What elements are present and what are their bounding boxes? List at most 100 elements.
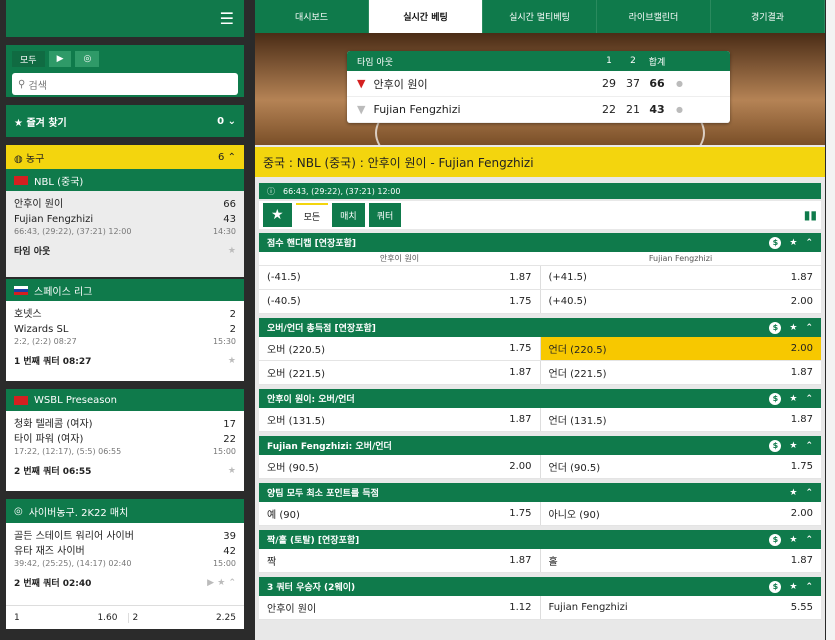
- league-header[interactable]: NBL (중국): [6, 169, 244, 191]
- star-icon[interactable]: ★: [789, 394, 797, 404]
- cashout-icon: $: [769, 321, 782, 334]
- chevron-up-icon[interactable]: ⌃: [805, 488, 813, 498]
- odds-row: 1 1.60 2 2.25: [6, 605, 244, 629]
- cashout-icon: $: [769, 580, 782, 593]
- favorites-bar[interactable]: ★ 즐겨 찾기 0 ⌄: [6, 105, 244, 137]
- filter-quarter-button[interactable]: 쿼터: [368, 203, 402, 227]
- star-icon[interactable]: ★: [228, 246, 236, 256]
- match-card[interactable]: 청화 텔레콤 (여자) 17 타이 파워 (여자) 22 17:22, (12:17…: [6, 411, 244, 491]
- odds-cell[interactable]: 예 (90) 1.75: [259, 502, 540, 525]
- filter-all-button[interactable]: 모든: [295, 203, 329, 227]
- scoreboard: 타임 아웃 1 2 합계 ▼ 안후이 원이 29 37 66 ● ▼ Fujian Fengzhi…: [347, 51, 730, 123]
- odds-cell[interactable]: 언더 (221.5) 1.87: [539, 361, 822, 384]
- odds-cell[interactable]: 오버 (90.5) 2.00: [259, 455, 540, 478]
- tab-results[interactable]: 경기결과: [711, 0, 825, 33]
- cashout-icon: $: [769, 439, 782, 452]
- odds-cell[interactable]: 아니오 (90) 2.00: [539, 502, 822, 525]
- odds-cell[interactable]: (-40.5) 1.75: [259, 290, 540, 313]
- sport-header[interactable]: ◍ 농구 6 ⌃: [6, 145, 244, 169]
- chevron-up-icon[interactable]: ⌃: [228, 578, 236, 588]
- odds-cell[interactable]: 오버 (220.5) 1.75: [259, 337, 540, 360]
- chevron-up-icon[interactable]: ⌃: [805, 394, 813, 404]
- dot-icon: ●: [676, 105, 683, 114]
- chevron-up-icon[interactable]: ⌃: [805, 441, 813, 451]
- star-icon[interactable]: ★: [789, 488, 797, 498]
- basketball-icon: ◍: [14, 153, 23, 165]
- match-card[interactable]: 안후이 원이 66 Fujian Fengzhizi 43 66:43, (29:2…: [6, 191, 244, 277]
- star-icon[interactable]: ★: [789, 441, 797, 451]
- home-jersey-icon: ▼: [357, 77, 366, 90]
- cashout-icon: $: [769, 533, 782, 546]
- league-header[interactable]: ◎ 사이버농구. 2K22 매치: [6, 499, 244, 523]
- star-icon[interactable]: ★: [228, 356, 236, 366]
- scoreboard-status: 타임 아웃: [357, 57, 393, 68]
- video-filter-icon[interactable]: ▶: [48, 51, 72, 67]
- odds-cell[interactable]: Fujian Fengzhizi 5.55: [539, 596, 822, 619]
- odds-cell[interactable]: 2 2.25: [127, 612, 236, 623]
- tab-live-calendar[interactable]: 라이브캘린더: [597, 0, 711, 33]
- odds-cell-selected[interactable]: 언더 (220.5) 2.00: [539, 337, 821, 360]
- cashout-icon: $: [769, 236, 782, 249]
- china-flag-icon: [14, 175, 28, 185]
- chevron-down-icon: ⌄: [227, 115, 236, 127]
- chevron-up-icon[interactable]: ⌃: [805, 582, 813, 592]
- match-card[interactable]: 골든 스테이트 워리어 사이버 39 유타 재즈 사이버 42 39:42, (25…: [6, 523, 244, 605]
- league-header[interactable]: 스페이스 리그: [6, 279, 244, 301]
- star-icon[interactable]: ★: [217, 578, 225, 588]
- video-icon[interactable]: ▶: [207, 578, 214, 588]
- star-icon[interactable]: ★: [789, 535, 797, 545]
- tab-bar: 대시보드 실시간 베팅 실시간 멀티베팅 라이브캘린더 경기결과: [255, 0, 825, 33]
- search-input[interactable]: ⚲ 검색: [12, 73, 238, 95]
- chevron-up-icon: ⌃: [227, 151, 236, 163]
- filter-all[interactable]: 모두: [12, 51, 45, 67]
- odds-cell[interactable]: (-41.5) 1.87: [259, 266, 540, 289]
- cashout-icon: $: [769, 392, 782, 405]
- russia-flag-icon: [14, 285, 28, 295]
- tab-live-multibet[interactable]: 실시간 멀티베팅: [483, 0, 597, 33]
- info-icon: ⓘ: [267, 186, 275, 196]
- chevron-up-icon[interactable]: ⌃: [805, 535, 813, 545]
- taiwan-flag-icon: [14, 395, 28, 405]
- filter-match-button[interactable]: 매치: [332, 203, 365, 227]
- market-panel: 안후이 원이: 오버/언더 $ ★ ⌃ 오버 (131.5) 1.87 언더 (131.5…: [259, 389, 821, 432]
- scoreboard-hero: 타임 아웃 1 2 합계 ▼ 안후이 원이 29 37 66 ● ▼ Fujian Fengzhi…: [255, 33, 825, 145]
- odds-cell[interactable]: (+40.5) 2.00: [539, 290, 822, 313]
- chevron-up-icon[interactable]: ⌃: [805, 323, 813, 333]
- tab-live-betting[interactable]: 실시간 베팅: [369, 0, 483, 33]
- dot-icon: ●: [676, 79, 683, 88]
- odds-cell[interactable]: 오버 (131.5) 1.87: [259, 408, 540, 431]
- away-jersey-icon: ▼: [357, 103, 366, 116]
- sidebar-toggle-icon[interactable]: ☰: [6, 0, 244, 37]
- star-icon[interactable]: ★: [789, 323, 797, 333]
- star-icon[interactable]: ★: [789, 582, 797, 592]
- odds-cell[interactable]: 언더 (90.5) 1.75: [539, 455, 822, 478]
- market-panel: 양팀 모두 최소 포인트를 득점 ★ ⌃ 예 (90) 1.75 아니오 (90) 2.0…: [259, 483, 821, 526]
- scrollbar[interactable]: [826, 0, 835, 640]
- odds-cell[interactable]: 홀 1.87: [539, 549, 822, 572]
- favorites-star-button[interactable]: ★: [263, 203, 292, 227]
- odds-cell[interactable]: 짝 1.87: [259, 549, 540, 572]
- chevron-up-icon[interactable]: ⌃: [805, 238, 813, 248]
- odds-cell[interactable]: (+41.5) 1.87: [539, 266, 822, 289]
- match-info-bar: ⓘ 66:43, (29:22), (37:21) 12:00: [259, 183, 821, 199]
- odds-cell[interactable]: 안후이 원이 1.12: [259, 596, 540, 619]
- star-icon[interactable]: ★: [228, 466, 236, 476]
- layout-toggle-icon[interactable]: ▮▮: [804, 208, 817, 222]
- market-panel: Fujian Fengzhizi: 오버/언더 $ ★ ⌃ 오버 (90.5) 2.00…: [259, 436, 821, 479]
- globe-filter-icon[interactable]: ◎: [75, 51, 100, 67]
- tab-dashboard[interactable]: 대시보드: [255, 0, 369, 33]
- main-panel: 대시보드 실시간 베팅 실시간 멀티베팅 라이브캘린더 경기결과 타임 아웃 1 2…: [255, 0, 825, 640]
- odds-cell[interactable]: 1 1.60: [14, 613, 118, 623]
- market-panel: 짝/홀 (토탈) [연장포함] $ ★ ⌃ 짝 1.87 홀 1.87: [259, 530, 821, 573]
- match-card[interactable]: 호넷스 2 Wizards SL 2 2:2, (2:2) 08:27 15:30 1…: [6, 301, 244, 381]
- odds-cell[interactable]: 언더 (131.5) 1.87: [539, 408, 822, 431]
- market-filter-bar: ★ 모든 매치 쿼터 ▮▮: [259, 201, 821, 229]
- page-title: 중국 : NBL (중국) : 안후이 원이 - Fujian Fengzhiz…: [255, 147, 825, 177]
- market-panel: 점수 핸디캡 [연장포함] $ ★ ⌃ 안후이 원이 Fujian Fengzhizi …: [259, 233, 821, 314]
- league-header[interactable]: WSBL Preseason: [6, 389, 244, 411]
- star-icon[interactable]: ★: [789, 238, 797, 248]
- sidebar: ☰ 모두 ▶ ◎ ⚲ 검색 ★ 즐겨 찾기 0 ⌄ ◍ 농구 6 ⌃ NBL (…: [0, 0, 250, 640]
- globe-icon: ◎: [14, 505, 23, 517]
- odds-cell[interactable]: 오버 (221.5) 1.87: [259, 361, 540, 384]
- filter-box: 모두 ▶ ◎ ⚲ 검색: [6, 45, 244, 97]
